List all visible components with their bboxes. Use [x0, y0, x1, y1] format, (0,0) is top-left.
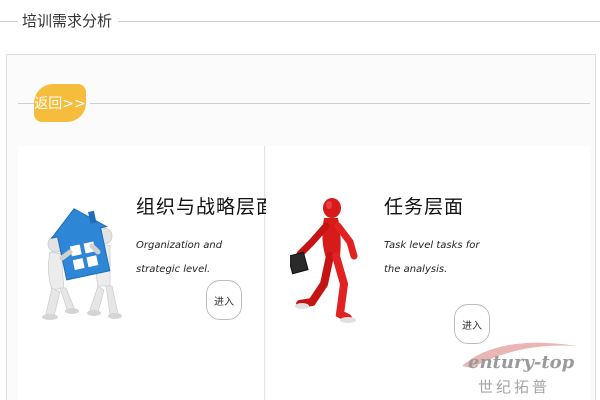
running-businessman-icon	[290, 198, 358, 323]
header-divider-left	[0, 21, 18, 22]
page-title: 培训需求分析	[22, 10, 119, 31]
card-description: Task level tasks for the analysis.	[384, 240, 480, 275]
house-carrying-figures-icon	[42, 208, 122, 320]
watermark-chinese: 世纪拓普	[478, 378, 551, 396]
header-divider-right	[96, 21, 600, 22]
watermark-english: entury-top	[468, 352, 575, 373]
back-divider-right	[90, 103, 590, 104]
card-title: 任务层面	[384, 196, 465, 218]
card-description: Organization and strategic level.	[136, 240, 223, 275]
card-organization-strategy[interactable]: 组织与战略层面 Organization and strategic level…	[18, 146, 275, 400]
enter-button[interactable]: 进入	[206, 280, 242, 320]
company-watermark: entury-top 世纪拓普	[458, 332, 598, 400]
back-divider-left	[18, 103, 34, 104]
card-title: 组织与战略层面	[136, 196, 277, 218]
back-button[interactable]: 返回>>	[34, 84, 86, 122]
